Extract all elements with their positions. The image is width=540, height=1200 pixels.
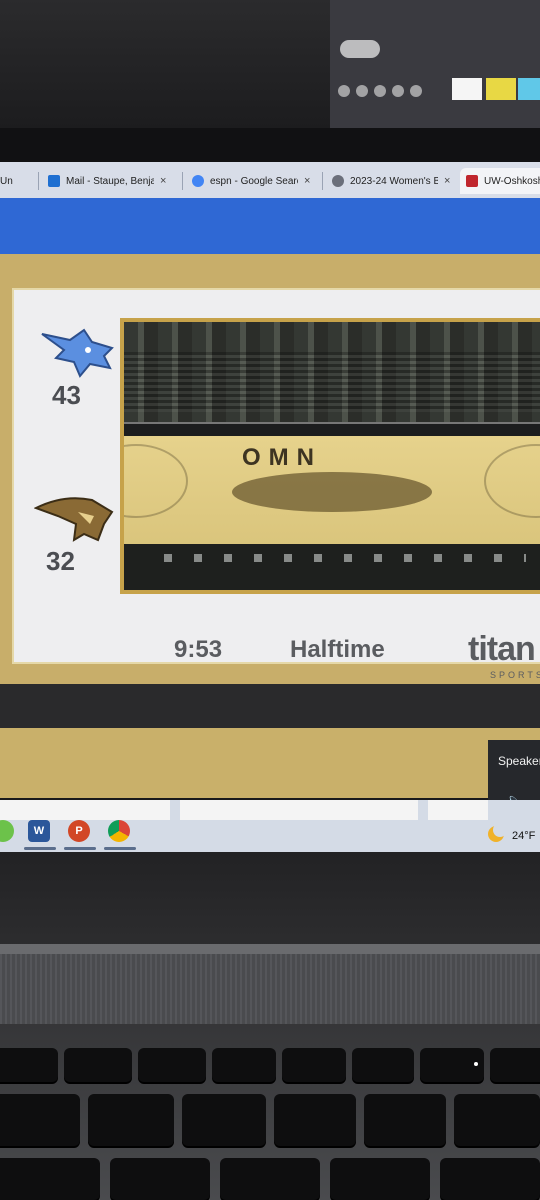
taskbar-active-indicator [64,847,96,850]
taskbar-active-indicator [24,847,56,850]
background-monitor [330,0,540,144]
speaker-label: Speaker [498,754,540,768]
keyboard-key [212,1048,276,1082]
tab-label: UW-Oshkosh [484,175,540,187]
screen-bezel [0,128,540,162]
tab-label: 2023-24 Women's B [350,175,438,187]
titan-logo-icon [34,497,114,542]
close-icon[interactable]: × [304,175,310,187]
moon-icon[interactable] [488,823,507,842]
keyboard-key [0,1158,100,1200]
scoreboard-panel: 43 32 OMN 9:53 Halftime titan SPORTS [12,288,540,680]
window-thumbnail [180,800,418,820]
tab-label: Un [0,175,13,187]
keyboard-key [364,1094,446,1146]
windows-taskbar: W P [0,800,540,852]
powerpoint-icon[interactable]: P [68,820,90,842]
background-tile [518,78,540,100]
background-dots [338,85,448,99]
court-lettering: OMN [242,444,322,471]
tab-uw-oshkosh[interactable]: UW-Oshkosh [460,168,540,194]
laptop-hinge [0,944,540,954]
background-pill [340,40,380,58]
tab-label: Mail - Staupe, Benjam [66,175,154,187]
basketball-court: OMN [124,436,540,554]
keyboard-key [220,1158,320,1200]
background-tile [452,78,482,100]
background-tile [486,78,516,100]
keyboard-key [490,1048,540,1082]
crowd-stands [124,322,540,430]
word-icon[interactable]: W [28,820,50,842]
keyboard-key [274,1094,356,1146]
tab-separator [322,172,323,190]
blue-devil-logo-icon [41,328,114,378]
keyboard [0,1040,540,1200]
game-clock: 9:53 [174,636,223,663]
tab-espn-search[interactable]: espn - Google Search × [192,168,316,194]
page-lower-area [0,684,540,798]
keyboard-key [64,1048,132,1082]
home-score: 43 [52,380,81,410]
chrome-icon[interactable] [108,820,130,842]
tab-partial[interactable]: Un [0,168,20,194]
google-icon [192,175,204,187]
away-score: 32 [46,546,75,576]
keyboard-key [440,1158,540,1200]
uwo-icon [466,175,478,187]
scorers-table [124,544,540,590]
keyboard-key [182,1094,266,1146]
tab-separator [38,172,39,190]
keyboard-key [330,1158,430,1200]
tab-mail[interactable]: Mail - Staupe, Benjam × [48,168,176,194]
keyboard-key [352,1048,414,1082]
window-thumbnail [428,800,488,820]
close-icon[interactable]: × [160,175,166,187]
taskbar-active-indicator [104,847,136,850]
weather-temperature[interactable]: 24°F [512,830,535,842]
stream-page: 43 32 OMN 9:53 Halftime titan SPORTS [0,254,540,684]
keyboard-key [88,1094,174,1146]
court-center-logo [232,472,432,512]
video-player[interactable]: OMN [120,318,540,594]
window-thumbnail [0,800,170,820]
tab-separator [182,172,183,190]
close-icon[interactable]: × [444,175,450,187]
browser-tab-bar: Un Mail - Staupe, Benjam × espn - Google… [0,162,540,198]
keyboard-key [454,1094,540,1146]
titan-sports-logo: titan [468,630,536,668]
keyboard-key [138,1048,206,1082]
speaker-grille [0,954,540,1024]
taskbar-app-icon[interactable] [0,820,14,842]
keyboard-key [110,1158,210,1200]
page-header-band [0,198,540,254]
outlook-icon [48,175,60,187]
keyboard-key [282,1048,346,1082]
game-period: Halftime [290,636,385,663]
tab-womens-basketball[interactable]: 2023-24 Women's B × [332,168,458,194]
titan-sports-sub: SPORTS [490,670,540,680]
power-key [420,1048,484,1082]
tab-label: espn - Google Search [210,175,298,187]
keyboard-key [0,1094,80,1146]
keyboard-key [0,1048,58,1082]
globe-icon [332,175,344,187]
